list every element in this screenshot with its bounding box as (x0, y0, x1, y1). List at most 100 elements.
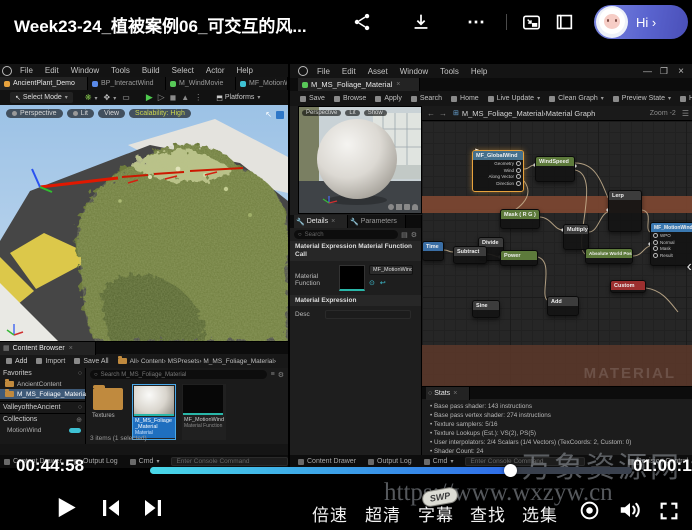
desc-input[interactable] (325, 310, 411, 319)
graph-node[interactable]: Power (500, 250, 538, 266)
preview-perspective-button[interactable]: Perspective (302, 110, 341, 116)
me-asset-tab[interactable]: M_MS_Foliage_Material× (298, 78, 420, 91)
side-panel-icon[interactable] (551, 9, 577, 35)
menu-build[interactable]: Build (139, 66, 163, 75)
record-target-icon[interactable] (578, 499, 601, 527)
minimize-icon[interactable]: — (643, 66, 652, 76)
close-icon[interactable]: × (678, 66, 684, 77)
transform-icon[interactable]: ✥ (104, 93, 117, 102)
graph-node[interactable]: Subtract (453, 246, 487, 264)
import-button[interactable]: Import (36, 358, 65, 365)
me-menu-file[interactable]: File (314, 67, 333, 76)
collections-add-icon[interactable]: ⊕ (76, 416, 82, 424)
content-browser-tab[interactable]: ▦Content Browser× (0, 342, 96, 355)
menu-subtitles[interactable]: 字幕 (418, 501, 454, 526)
tab-material[interactable]: M_WindMovie (166, 77, 236, 90)
menu-file[interactable]: File (17, 66, 36, 75)
graph-breadcrumb[interactable]: M_MS_Foliage_Material›Material Graph (462, 109, 595, 118)
tab-level[interactable]: AncientPlant_Demo (0, 77, 88, 90)
browse-to-asset-icon[interactable]: ⊙ (369, 279, 375, 287)
picture-in-picture-icon[interactable] (518, 9, 544, 35)
graph-node[interactable]: Custom (610, 280, 646, 293)
fullscreen-icon[interactable] (658, 500, 680, 527)
add-button[interactable]: Add (6, 358, 27, 365)
details-filter-icon[interactable]: ▤ (401, 231, 408, 239)
tab-material-function[interactable]: MF_MotionWind (236, 77, 288, 90)
forward-icon[interactable]: → (439, 109, 447, 118)
graph-hierarchy-icon[interactable]: ⊞ (453, 109, 459, 117)
graph-node[interactable]: Add (547, 296, 579, 316)
palette-expand-chevron[interactable]: ‹ (687, 258, 692, 276)
menu-tools[interactable]: Tools (108, 66, 133, 75)
viewport-cursor-icon[interactable]: ↖ (265, 110, 272, 119)
platforms-dropdown[interactable]: ⬒Platforms (216, 94, 260, 102)
menu-select[interactable]: Select (169, 66, 197, 75)
apply-button[interactable]: Apply (375, 95, 402, 102)
browse-button[interactable]: Browse (334, 95, 366, 102)
collections-header[interactable]: Collections (3, 416, 37, 423)
level-viewport[interactable]: Perspective Lit View Scalability: High ↖ (0, 105, 288, 341)
preview-show-button[interactable]: Show (364, 110, 387, 116)
graph-node[interactable]: Absolute World Position (585, 248, 633, 264)
more-icon[interactable]: ⋯ (464, 9, 490, 35)
asset-item-selected[interactable]: M_MS_Foliage_Material Material (132, 384, 176, 440)
console-input[interactable]: Enter Console Command (171, 457, 288, 466)
menu-episodes[interactable]: 选集 (522, 501, 558, 526)
asset-folder-item[interactable]: Textures (92, 386, 126, 430)
me-menu-window[interactable]: Window (397, 67, 431, 76)
eject-button[interactable]: ▲ (181, 93, 189, 102)
volume-icon[interactable] (617, 497, 643, 528)
play-button[interactable]: ▶ (146, 92, 153, 103)
graph-menu-icon[interactable]: ☰ (682, 109, 689, 118)
graph-node-selected[interactable]: MF_GlobalWind Geometry Wind Along Vector… (472, 150, 524, 192)
asset-item-function[interactable]: MF_MotionWind Material Function (182, 384, 226, 440)
filter-icon[interactable]: ≡ (271, 371, 275, 378)
select-mode-dropdown[interactable]: ↖Select Mode (10, 92, 73, 103)
hide-unrelated-button[interactable]: Hide Unrelated (680, 95, 692, 102)
graph-node[interactable]: Multiply (563, 224, 589, 250)
menu-help[interactable]: Help (234, 66, 256, 75)
me-menu-edit[interactable]: Edit (339, 67, 359, 76)
menu-speed[interactable]: 倍速 (312, 501, 348, 526)
collection-motionwind[interactable]: MotionWind (0, 425, 85, 435)
assistant-avatar-button[interactable]: Hi › (594, 5, 688, 39)
menu-actor[interactable]: Actor (203, 66, 228, 75)
favorites-header[interactable]: Favorites (3, 370, 32, 377)
progress-bar[interactable] (150, 467, 632, 474)
me-content-drawer-button[interactable]: Content Drawer (298, 458, 356, 465)
me-menu-asset[interactable]: Asset (365, 67, 391, 76)
viewport-perspective-button[interactable]: Perspective (6, 109, 63, 118)
material-preview-viewport[interactable]: Perspective Lit Show (298, 106, 422, 214)
skip-button[interactable]: ▷ (158, 92, 165, 103)
cmd-dropdown[interactable]: Cmd (130, 458, 160, 465)
me-output-log-button[interactable]: Output Log (368, 458, 412, 465)
viewport-view-button[interactable]: View (98, 109, 125, 118)
scalability-badge[interactable]: Scalability: High (129, 109, 191, 118)
preview-state-button[interactable]: Preview State (613, 95, 671, 102)
stop-button[interactable]: ◼ (170, 93, 177, 102)
viewport-snap-icon[interactable] (276, 111, 284, 119)
share-icon[interactable] (349, 9, 375, 35)
me-menu-help[interactable]: Help (468, 67, 490, 76)
details-search-input[interactable]: Search (305, 232, 324, 238)
folder-row-ancient[interactable]: AncientContent (0, 379, 85, 389)
graph-node[interactable]: Mask ( R G ) (500, 209, 540, 229)
home-button[interactable]: Home (451, 95, 479, 102)
preview-lit-button[interactable]: Lit (345, 110, 359, 116)
menu-window[interactable]: Window (68, 66, 102, 75)
graph-node[interactable]: WindSpeed (535, 156, 575, 182)
me-menu-tools[interactable]: Tools (437, 67, 462, 76)
settings-icon[interactable]: ⚙ (278, 371, 284, 379)
back-icon[interactable]: ← (427, 109, 435, 118)
menu-edit[interactable]: Edit (42, 66, 62, 75)
restore-icon[interactable]: ❐ (660, 66, 668, 77)
next-episode-button[interactable] (141, 496, 165, 525)
graph-node[interactable]: Sine (472, 300, 500, 318)
parameters-tab[interactable]: 🔧Parameters (348, 215, 406, 228)
tab-blueprint[interactable]: BP_InteractWind (88, 77, 166, 90)
progress-thumb[interactable] (504, 464, 517, 477)
me-cmd-dropdown[interactable]: Cmd (424, 458, 454, 465)
details-section-function-call[interactable]: Material Expression Material Function Ca… (290, 241, 421, 261)
play-options-icon[interactable]: ⋮ (194, 93, 202, 102)
live-update-button[interactable]: Live Update (488, 95, 540, 102)
